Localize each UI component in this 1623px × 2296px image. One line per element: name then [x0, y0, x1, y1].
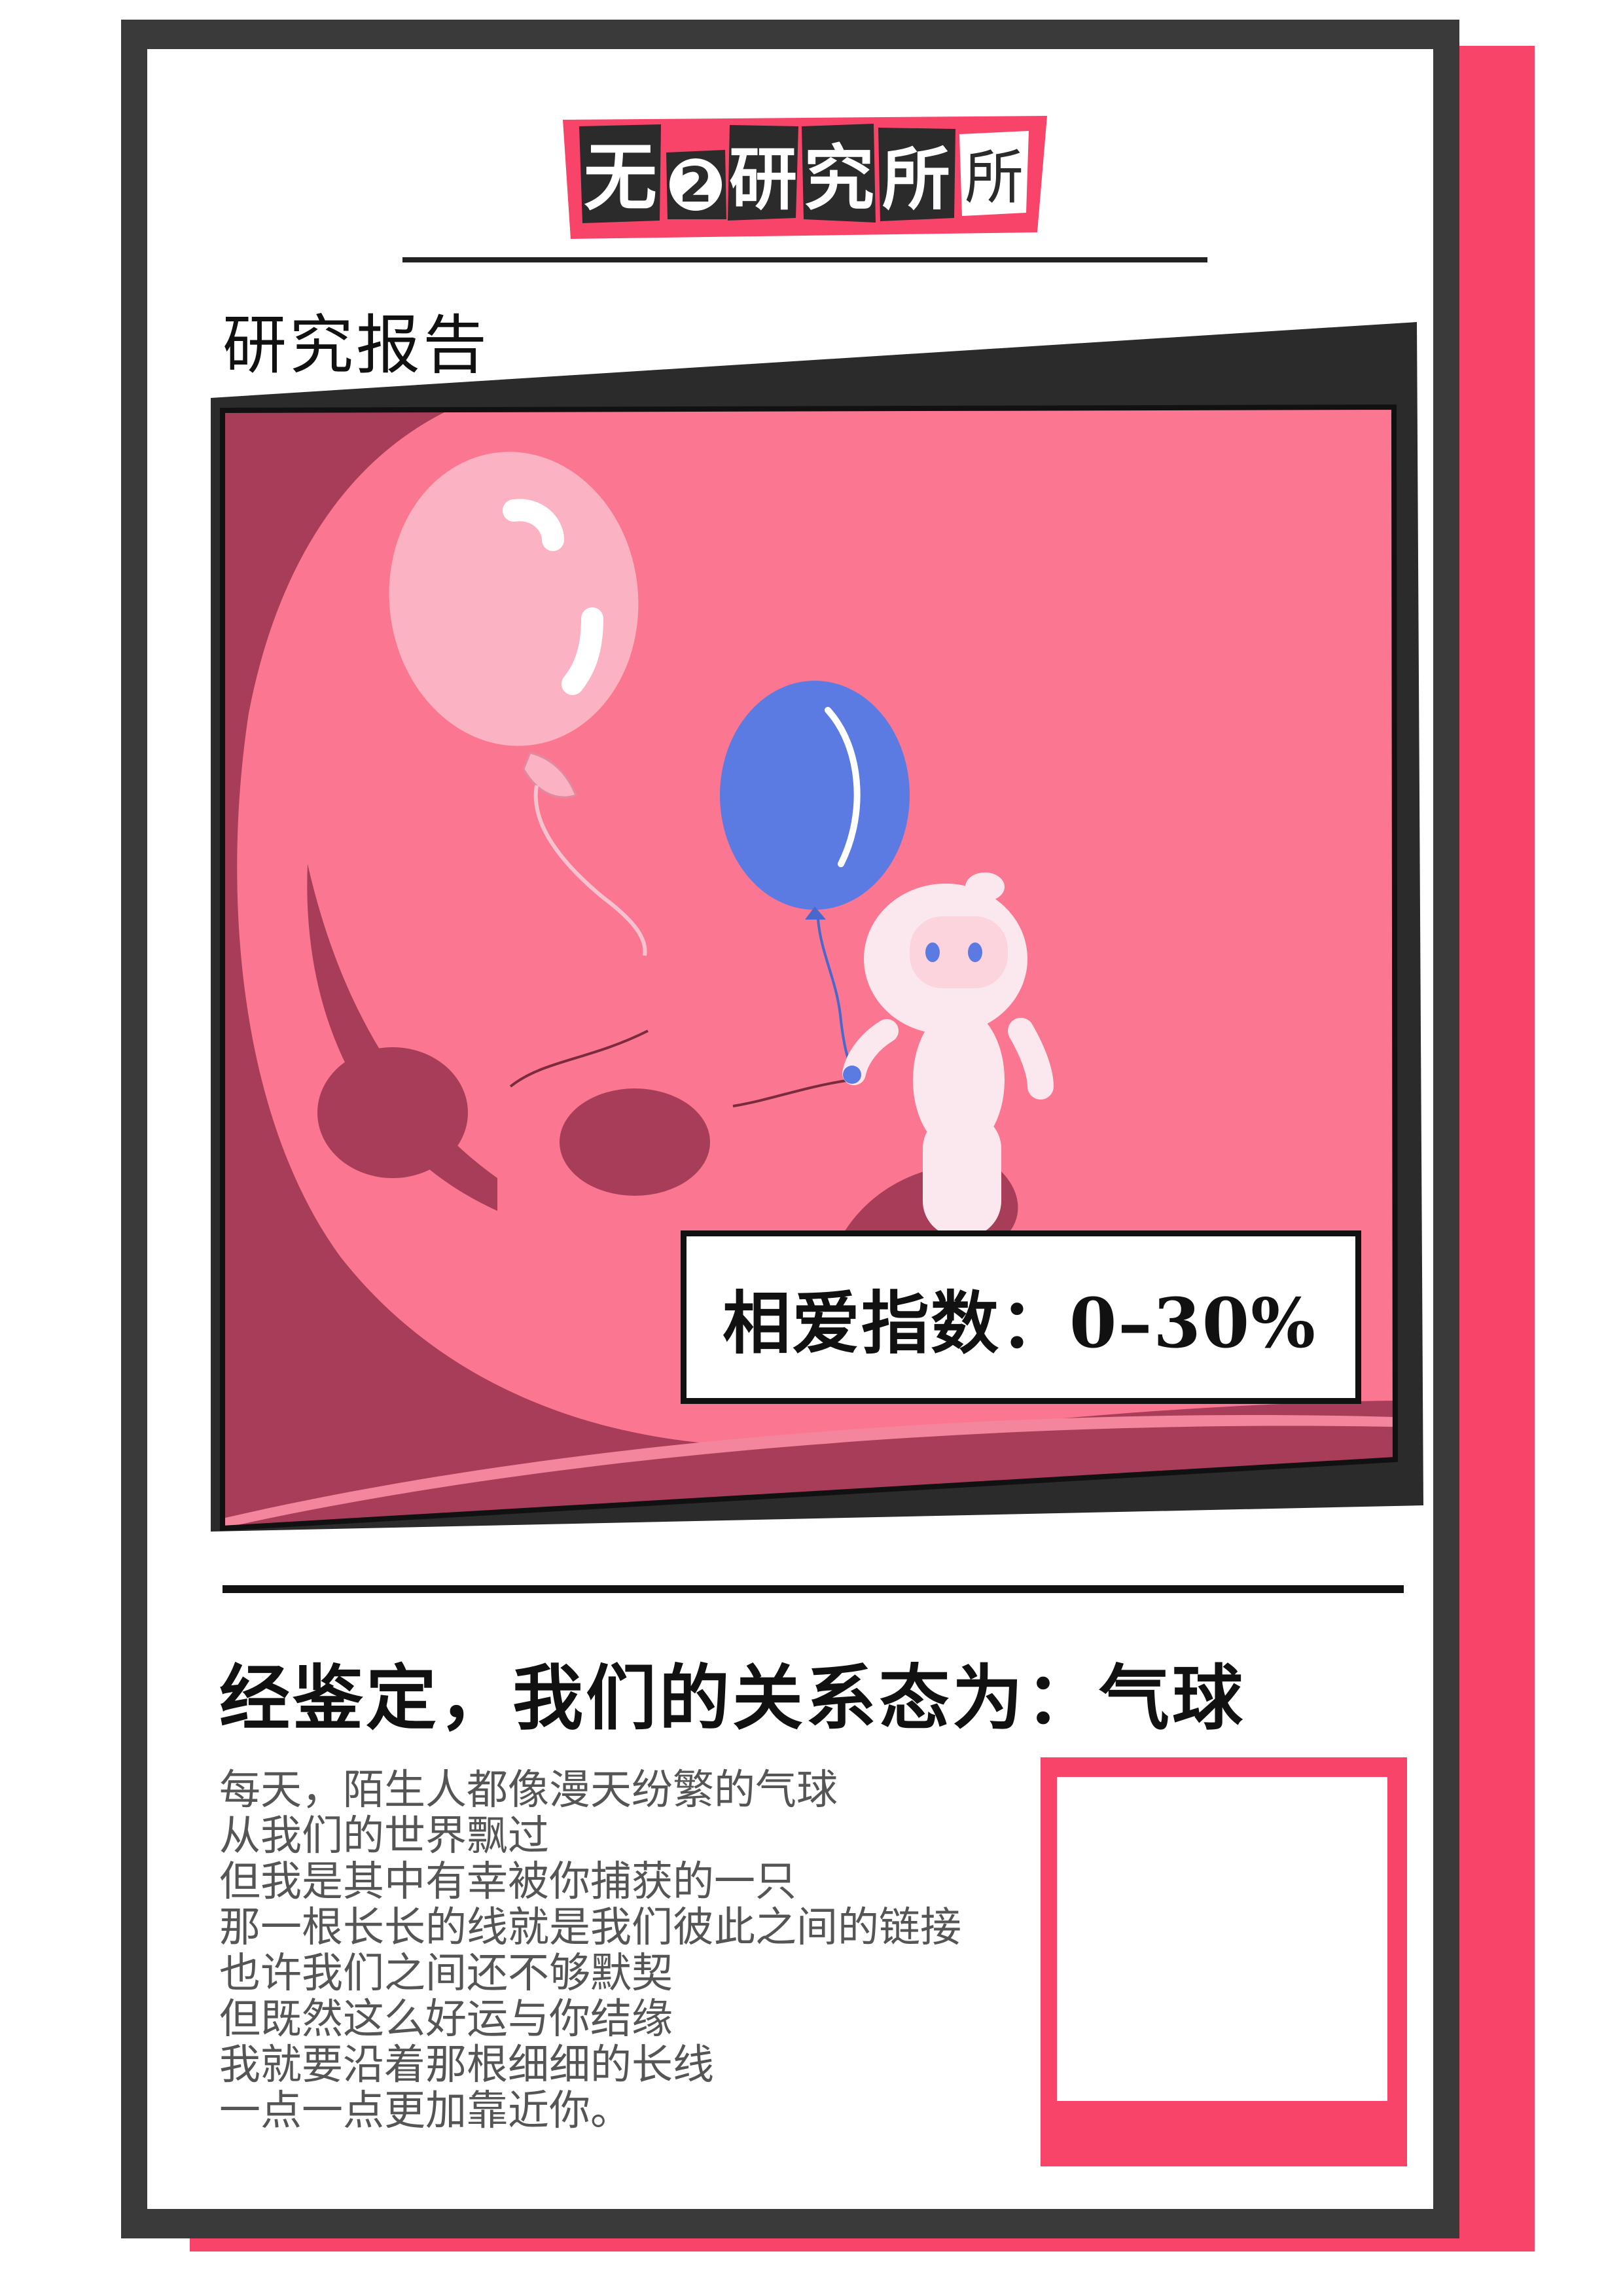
- poem-line: 但我是其中有幸被你捕获的一只: [219, 1857, 796, 1905]
- love-index-box: 相爱指数：0–30%: [681, 1230, 1361, 1404]
- poem-line: 一点一点更加靠近你。: [219, 2087, 632, 2134]
- poem-text: 每天，陌生人都像漫天纷繁的气球 从我们的世界飘过 但我是其中有幸被你捕获的一只 …: [219, 1767, 1031, 2134]
- poem-line: 也许我们之间还不够默契: [219, 1949, 673, 1997]
- photo-placeholder[interactable]: [1057, 1777, 1387, 2101]
- verdict-heading: 经鉴定，我们的关系态为：气球: [219, 1657, 1246, 1740]
- poem-line: 从我们的世界飘过: [219, 1812, 549, 1859]
- section-divider: [223, 1585, 1404, 1593]
- love-index-label: 相爱指数：0–30%: [722, 1283, 1317, 1363]
- poem-line: 但既然这么好运与你结缘: [219, 1995, 673, 2043]
- poem-line: 我就要沿着那根细细的长线: [219, 2041, 714, 2089]
- poem-line: 每天，陌生人都像漫天纷繁的气球: [219, 1766, 838, 1814]
- poem-line: 那一根长长的线就是我们彼此之间的链接: [219, 1903, 961, 1951]
